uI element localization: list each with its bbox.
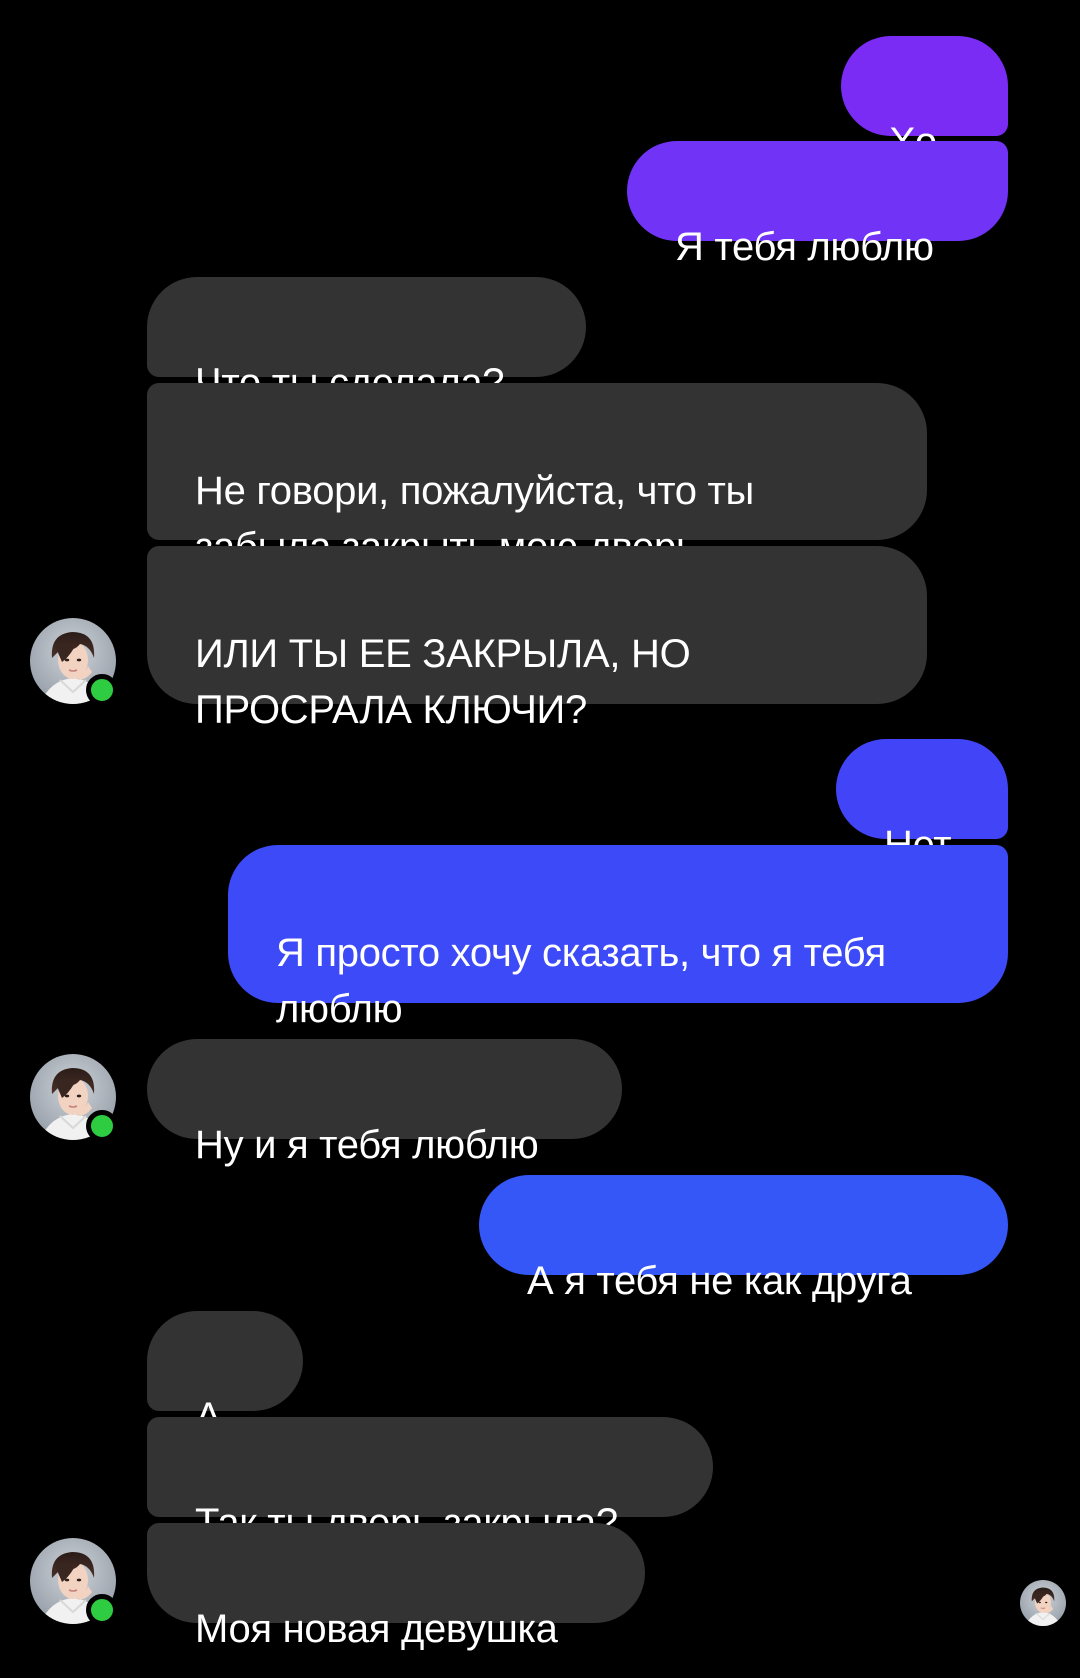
message-bubble-outgoing[interactable]: Хо..: [841, 36, 1008, 164]
message-text: Моя новая девушка: [195, 1607, 558, 1651]
contact-avatar[interactable]: [30, 618, 118, 706]
message-text: Ну и я тебя люблю: [195, 1123, 539, 1167]
message-bubble-outgoing[interactable]: Я просто хочу сказать, что я тебя люблю: [228, 845, 1008, 1031]
message-text: А я тебя не как друга: [527, 1259, 912, 1303]
message-bubble-incoming[interactable]: Не говори, пожалуйста, что ты забыла зак…: [147, 383, 927, 569]
contact-avatar[interactable]: [30, 1538, 118, 1626]
contact-avatar[interactable]: [30, 1054, 118, 1142]
message-bubble-outgoing[interactable]: Я тебя люблю: [627, 141, 1008, 269]
online-status-icon: [86, 1110, 118, 1142]
message-text: Я тебя люблю: [675, 225, 934, 269]
message-bubble-incoming[interactable]: Что ты сделала?: [147, 277, 586, 405]
seen-avatar-icon: [1020, 1580, 1066, 1626]
message-bubble-incoming[interactable]: ИЛИ ТЫ ЕЕ ЗАКРЫЛА, НО ПРОСРАЛА КЛЮЧИ?: [147, 546, 927, 732]
online-status-icon: [86, 674, 118, 706]
message-text: Я просто хочу сказать, что я тебя люблю: [276, 931, 886, 1031]
online-status-icon: [86, 1594, 118, 1626]
chat-thread: Хо.. Я тебя люблю Что ты сделала? Не гов…: [0, 0, 1080, 1678]
message-bubble-incoming[interactable]: Так ты дверь закрыла?: [147, 1417, 713, 1545]
message-bubble-incoming[interactable]: Моя новая девушка: [147, 1523, 645, 1651]
message-bubble-incoming[interactable]: Ну и я тебя люблю: [147, 1039, 622, 1167]
message-bubble-outgoing[interactable]: Нет: [836, 739, 1008, 867]
message-text: ИЛИ ТЫ ЕЕ ЗАКРЫЛА, НО ПРОСРАЛА КЛЮЧИ?: [195, 632, 691, 732]
message-bubble-incoming[interactable]: А...: [147, 1311, 303, 1439]
message-bubble-outgoing[interactable]: А я тебя не как друга: [479, 1175, 1008, 1303]
